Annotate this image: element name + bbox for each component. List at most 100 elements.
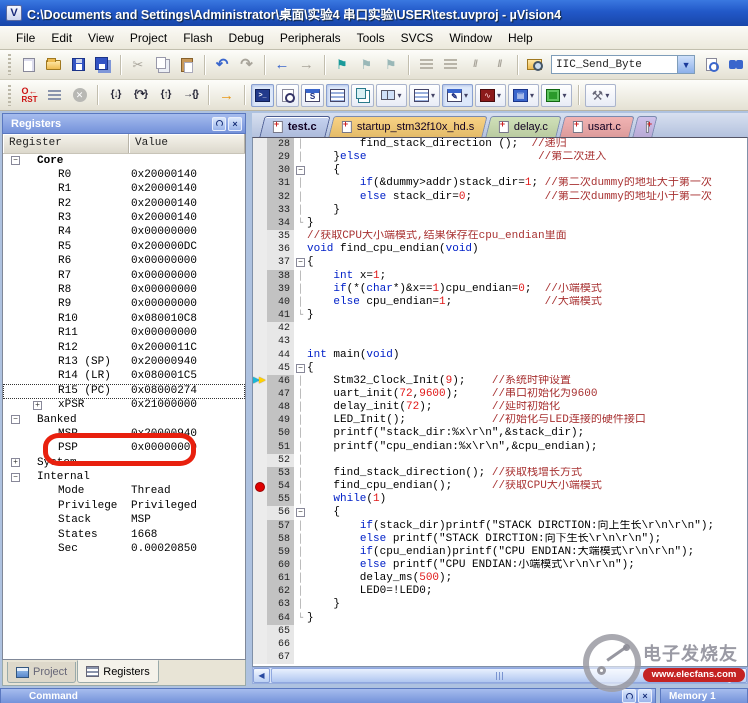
breakpoint-icon[interactable] (255, 482, 265, 492)
combo-dropdown-icon[interactable]: ▼ (677, 56, 694, 73)
fold-margin[interactable]: └ (294, 612, 307, 625)
code-line-29[interactable]: 29│ }else //第二次进入 (253, 151, 747, 164)
fold-margin[interactable]: │ (294, 283, 307, 296)
dropdown-arrow-icon[interactable]: ▾ (431, 91, 435, 100)
fold-margin[interactable]: │ (294, 204, 307, 217)
serial-windows-button[interactable]: ✎▾ (442, 84, 473, 107)
stop-icon[interactable]: ✕ (68, 84, 91, 107)
register-row-sec[interactable]: Sec0.00020850 (3, 543, 245, 557)
breakpoint-margin[interactable] (253, 256, 267, 269)
code-line-37[interactable]: 37−{ (253, 256, 747, 269)
code-line-56[interactable]: 56− { (253, 506, 747, 519)
fold-collapse-icon[interactable]: − (296, 364, 305, 373)
navigate-forward-icon[interactable]: → (295, 53, 317, 76)
code-line-62[interactable]: 62│ LED0=!LED0; (253, 585, 747, 598)
breakpoint-margin[interactable] (253, 217, 267, 230)
registers-panel-caption[interactable]: Registers × (2, 113, 246, 134)
code-line-28[interactable]: 28│ find_stack_direction (); //递归 (253, 138, 747, 151)
breakpoint-margin[interactable] (253, 177, 267, 190)
fold-margin[interactable]: │ (294, 388, 307, 401)
register-row-stack[interactable]: StackMSP (3, 514, 245, 528)
dropdown-arrow-icon[interactable]: ▾ (530, 91, 534, 100)
analysis-windows-button[interactable]: ∿▾ (475, 84, 506, 107)
menu-file[interactable]: File (8, 28, 43, 48)
code-line-60[interactable]: 60│ else printf("CPU ENDIAN:小端模式\r\n\r\n… (253, 559, 747, 572)
menu-view[interactable]: View (80, 28, 122, 48)
command-window-caption[interactable]: Command × (0, 688, 656, 703)
fold-margin[interactable]: │ (294, 546, 307, 559)
register-row-r5[interactable]: R50x200000DC (3, 240, 245, 254)
register-row-r10[interactable]: R100x080010C8 (3, 312, 245, 326)
register-row-privilege[interactable]: PrivilegePrivileged (3, 499, 245, 513)
comment-icon[interactable]: // (464, 53, 486, 76)
horizontal-scrollbar[interactable]: ◀ ▶ (252, 667, 748, 684)
menu-window[interactable]: Window (441, 28, 500, 48)
document-tab-delay-c[interactable]: delay.c (486, 116, 562, 137)
register-row-r6[interactable]: R60x00000000 (3, 255, 245, 269)
go-icon[interactable]: → (215, 84, 238, 107)
code-line-61[interactable]: 61│ delay_ms(500); (253, 572, 747, 585)
breakpoint-margin[interactable] (253, 546, 267, 559)
copy-icon[interactable] (151, 53, 173, 76)
register-row-states[interactable]: States1668 (3, 528, 245, 542)
register-row-mode[interactable]: ModeThread (3, 485, 245, 499)
prev-bookmark-icon[interactable]: ⚑ (355, 53, 377, 76)
undo-icon[interactable]: ↶ (211, 53, 233, 76)
breakpoint-margin[interactable] (253, 204, 267, 217)
breakpoint-margin[interactable] (253, 191, 267, 204)
code-line-33[interactable]: 33│ } (253, 204, 747, 217)
register-row-r9[interactable]: R90x00000000 (3, 298, 245, 312)
code-line-30[interactable]: 30− { (253, 164, 747, 177)
dropdown-arrow-icon[interactable]: ▾ (562, 91, 566, 100)
fold-margin[interactable]: │ (294, 467, 307, 480)
register-row-system[interactable]: +System (3, 456, 245, 470)
indent-icon[interactable] (439, 53, 461, 76)
register-row-xpsr[interactable]: +xPSR0x21000000 (3, 399, 245, 413)
breakpoint-margin[interactable] (253, 441, 267, 454)
code-line-34[interactable]: 34└} (253, 217, 747, 230)
menu-help[interactable]: Help (500, 28, 541, 48)
memory-window-button[interactable] (326, 84, 349, 107)
fold-margin[interactable] (294, 349, 307, 362)
fold-margin[interactable]: │ (294, 191, 307, 204)
close-icon[interactable]: × (228, 117, 242, 131)
dropdown-arrow-icon[interactable]: ▾ (605, 91, 609, 100)
breakpoint-margin[interactable] (253, 533, 267, 546)
register-row-r7[interactable]: R70x00000000 (3, 269, 245, 283)
code-line-39[interactable]: 39│ if(*(char*)&x==1)cpu_endian=0; //小端模… (253, 283, 747, 296)
find-in-files-icon[interactable] (524, 53, 546, 76)
dropdown-arrow-icon[interactable]: ▾ (397, 91, 401, 100)
code-line-38[interactable]: 38│ int x=1; (253, 270, 747, 283)
fold-margin[interactable]: │ (294, 572, 307, 585)
breakpoint-margin[interactable] (253, 480, 267, 493)
open-folder-icon[interactable] (42, 53, 64, 76)
document-tab-partial[interactable] (633, 116, 658, 137)
document-tab-usart-c[interactable]: usart.c (560, 116, 635, 137)
code-line-32[interactable]: 32│ else stack_dir=0; //第二次dummy的地址小于第一次 (253, 191, 747, 204)
peripherals-button[interactable]: ▾ (541, 84, 572, 107)
code-line-57[interactable]: 57│ if(stack_dir)printf("STACK DIRCTION:… (253, 520, 747, 533)
scroll-left-icon[interactable]: ◀ (253, 668, 270, 683)
breakpoint-margin[interactable] (253, 151, 267, 164)
register-row-r4[interactable]: R40x00000000 (3, 226, 245, 240)
register-row-banked[interactable]: −Banked (3, 413, 245, 427)
fold-margin[interactable]: │ (294, 480, 307, 493)
scroll-right-icon[interactable]: ▶ (730, 668, 747, 683)
unindent-icon[interactable] (415, 53, 437, 76)
breakpoint-margin[interactable] (253, 467, 267, 480)
code-line-46[interactable]: ▶▶46│ Stm32_Clock_Init(9); //系统时钟设置 (253, 375, 747, 388)
cut-icon[interactable]: ✂ (127, 53, 149, 76)
toggle-bookmark-icon[interactable]: ⚑ (331, 53, 353, 76)
breakpoint-margin[interactable] (253, 138, 267, 151)
fold-margin[interactable]: │ (294, 138, 307, 151)
watch-window-button[interactable]: ▾ (376, 84, 407, 107)
code-line-31[interactable]: 31│ if(&dummy>addr)stack_dir=1; //第二次dum… (253, 177, 747, 190)
dropdown-arrow-icon[interactable]: ▾ (497, 91, 501, 100)
redo-icon[interactable]: ↷ (235, 53, 257, 76)
register-row-r11[interactable]: R110x00000000 (3, 327, 245, 341)
fold-margin[interactable]: │ (294, 427, 307, 440)
expand-toggle-icon[interactable]: − (11, 473, 20, 482)
breakpoint-margin[interactable] (253, 296, 267, 309)
breakpoint-margin[interactable] (253, 309, 267, 322)
breakpoint-margin[interactable] (253, 520, 267, 533)
